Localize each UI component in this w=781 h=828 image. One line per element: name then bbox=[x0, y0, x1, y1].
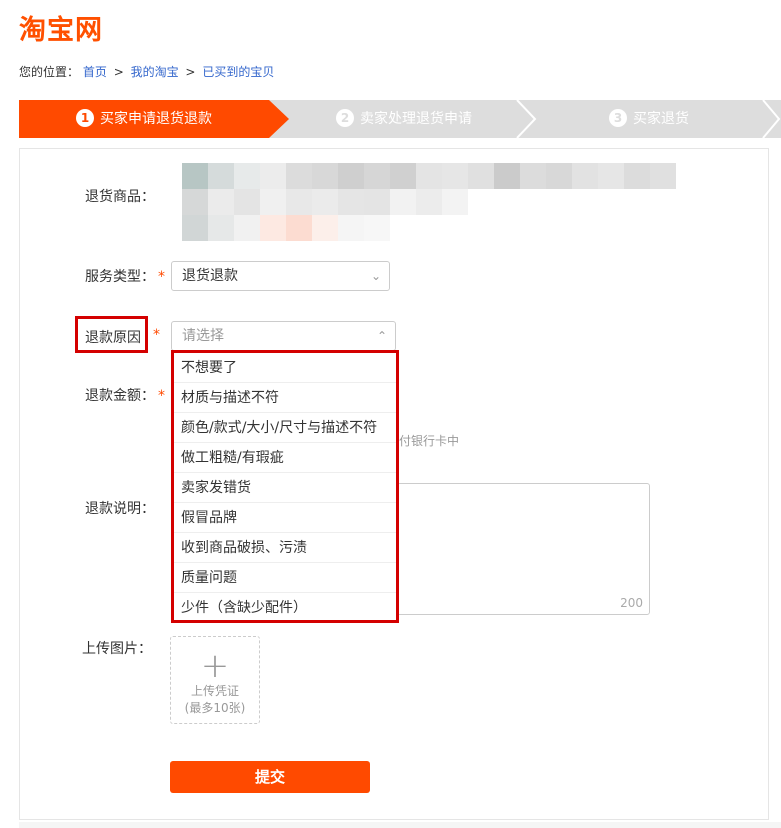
breadcrumb: 您的位置： 首页 > 我的淘宝 > 已买到的宝贝 bbox=[19, 63, 274, 80]
step-2-arrow-icon bbox=[516, 100, 537, 138]
reason-option[interactable]: 材质与描述不符 bbox=[174, 383, 396, 413]
required-mark: * bbox=[158, 269, 165, 285]
reason-option[interactable]: 假冒品牌 bbox=[174, 503, 396, 533]
submit-button[interactable]: 提交 bbox=[170, 761, 370, 793]
step-3: 3 买家退货 bbox=[539, 100, 759, 138]
step-3-number: 3 bbox=[609, 109, 627, 127]
service-type-label: 服务类型： * bbox=[85, 266, 165, 286]
breadcrumb-separator: > bbox=[185, 65, 196, 79]
reason-required-mark: * bbox=[150, 327, 160, 343]
upload-evidence-button[interactable]: + 上传凭证 (最多10张) bbox=[170, 636, 260, 724]
step-1-arrow-icon bbox=[269, 100, 289, 138]
reason-option[interactable]: 质量问题 bbox=[174, 563, 396, 593]
refund-description-label: 退款说明： bbox=[85, 501, 155, 517]
refund-reason-select[interactable]: 请选择 ⌃ bbox=[171, 321, 396, 351]
plus-icon: + bbox=[200, 646, 230, 686]
reason-option[interactable]: 收到商品破损、污渍 bbox=[174, 533, 396, 563]
product-label: 退货商品： bbox=[85, 189, 155, 205]
upload-text: 上传凭证 bbox=[190, 684, 239, 698]
step-1: 1 买家申请退货退款 bbox=[19, 100, 269, 138]
step-2-label: 卖家处理退货申请 bbox=[360, 111, 472, 127]
step-1-number: 1 bbox=[76, 109, 94, 127]
refund-reason-placeholder: 请选择 bbox=[182, 328, 224, 344]
reason-option[interactable]: 做工粗糙/有瑕疵 bbox=[174, 443, 396, 473]
footer-divider bbox=[19, 822, 781, 828]
chevron-up-icon: ⌃ bbox=[376, 329, 387, 343]
breadcrumb-home-link[interactable]: 首页 bbox=[83, 65, 107, 79]
breadcrumb-purchased-link[interactable]: 已买到的宝贝 bbox=[202, 65, 274, 79]
reason-option[interactable]: 少件（含缺少配件） bbox=[174, 593, 396, 623]
service-type-select[interactable]: 退货退款 ⌄ bbox=[171, 261, 390, 291]
breadcrumb-my-taobao-link[interactable]: 我的淘宝 bbox=[131, 65, 179, 79]
breadcrumb-separator: > bbox=[113, 65, 124, 79]
char-counter: 200 bbox=[620, 596, 643, 610]
upload-image-label: 上传图片： bbox=[82, 641, 152, 657]
reason-option[interactable]: 不想要了 bbox=[174, 353, 396, 383]
product-image-blurred[interactable] bbox=[182, 163, 676, 245]
breadcrumb-prefix: 您的位置： bbox=[19, 65, 80, 79]
step-3-label: 买家退货 bbox=[633, 111, 689, 127]
refund-description-textarea[interactable]: 200 bbox=[386, 483, 650, 615]
refund-reason-label-text: 退款原因 bbox=[85, 330, 141, 346]
refund-reason-label: 退款原因 bbox=[85, 327, 141, 347]
reason-option[interactable]: 卖家发错货 bbox=[174, 473, 396, 503]
upload-limit-text: (最多10张) bbox=[184, 701, 246, 715]
required-mark: * bbox=[158, 388, 165, 404]
refund-amount-hint: 付银行卡中 bbox=[399, 434, 460, 448]
step-3-arrow-icon bbox=[762, 100, 781, 138]
step-1-label: 买家申请退货退款 bbox=[100, 111, 212, 127]
step-2-number: 2 bbox=[336, 109, 354, 127]
reason-option[interactable]: 颜色/款式/大小/尺寸与描述不符 bbox=[174, 413, 396, 443]
taobao-logo[interactable]: 淘宝网 bbox=[19, 8, 103, 47]
chevron-down-icon: ⌄ bbox=[370, 269, 381, 283]
refund-reason-dropdown: 不想要了 材质与描述不符 颜色/款式/大小/尺寸与描述不符 做工粗糙/有瑕疵 卖… bbox=[171, 350, 399, 623]
refund-amount-label-text: 退款金额： bbox=[85, 388, 155, 404]
service-type-label-text: 服务类型： bbox=[85, 269, 155, 285]
progress-steps: 1 买家申请退货退款 2 卖家处理退货申请 3 买家退货 bbox=[19, 100, 781, 138]
step-2: 2 卖家处理退货申请 bbox=[289, 100, 519, 138]
service-type-value: 退货退款 bbox=[182, 268, 238, 284]
refund-amount-label: 退款金额： * bbox=[85, 385, 165, 405]
required-mark: * bbox=[153, 327, 160, 343]
